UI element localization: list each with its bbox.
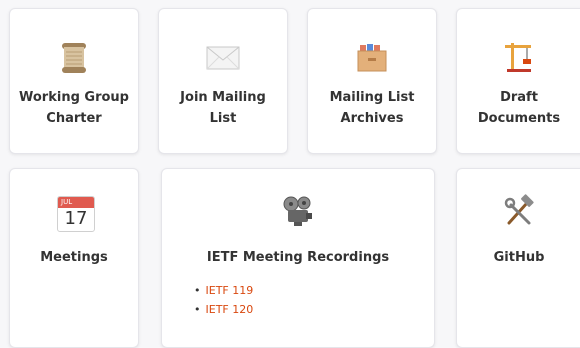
ietf-120-link[interactable]: IETF 120 xyxy=(206,303,254,316)
card-title: GitHub xyxy=(493,250,545,265)
card-title: Draft Documents xyxy=(477,90,561,126)
card-title: Mailing List Archives xyxy=(329,90,415,126)
mailing-list-archives-card[interactable]: Mailing List Archives xyxy=(307,8,437,154)
construction-crane-icon xyxy=(505,43,531,72)
card-title: Working Group Charter xyxy=(19,90,129,126)
card-title: Join Mailing List xyxy=(180,90,266,126)
list-item: IETF 119 xyxy=(194,281,254,300)
card-title: IETF Meeting Recordings xyxy=(206,250,390,265)
envelope-icon xyxy=(206,46,240,70)
hammer-and-wrench-icon xyxy=(504,194,534,225)
scroll-icon xyxy=(62,43,86,73)
join-mailing-list-card[interactable]: Join Mailing List xyxy=(158,8,288,154)
list-item: IETF 120 xyxy=(194,300,254,319)
working-group-charter-card[interactable]: Working Group Charter xyxy=(9,8,139,154)
calendar-icon: JUL 17 xyxy=(57,196,95,232)
ietf-119-link[interactable]: IETF 119 xyxy=(206,284,254,297)
calendar-month: JUL xyxy=(58,197,94,208)
meetings-card[interactable]: JUL 17 Meetings xyxy=(9,168,139,348)
file-drawer-icon xyxy=(357,44,387,72)
recordings-list: IETF 119 IETF 120 xyxy=(194,281,254,319)
film-projector-icon xyxy=(283,196,312,226)
github-card[interactable]: GitHub xyxy=(456,168,580,348)
calendar-day: 17 xyxy=(64,208,88,229)
draft-documents-card[interactable]: Draft Documents xyxy=(456,8,580,154)
ietf-meeting-recordings-card[interactable]: IETF Meeting Recordings IETF 119 IETF 12… xyxy=(161,168,435,348)
card-title: Meetings xyxy=(40,250,108,265)
